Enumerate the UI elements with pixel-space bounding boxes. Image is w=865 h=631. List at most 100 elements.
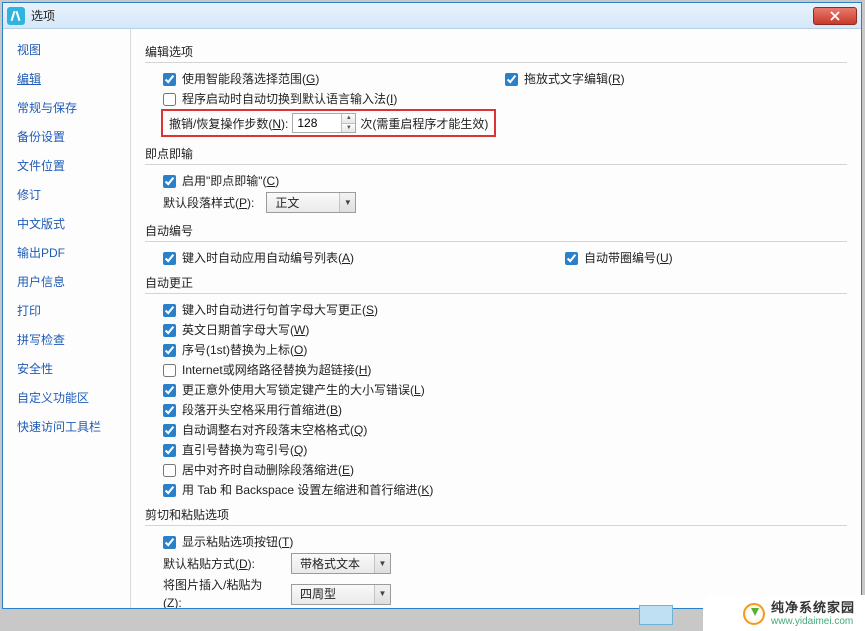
sidebar-item-user-info[interactable]: 用户信息: [3, 267, 130, 296]
auto-correct-checkbox-8[interactable]: [163, 464, 176, 477]
spinner-up-icon[interactable]: ▲: [342, 114, 355, 124]
window-title: 选项: [31, 7, 813, 24]
sidebar-item-quick-access[interactable]: 快速访问工具栏: [3, 412, 130, 441]
auto-correct-row: 键入时自动进行句首字母大写更正(S): [145, 300, 847, 320]
sidebar-item-view[interactable]: 视图: [3, 35, 130, 64]
show-paste-btn-checkbox[interactable]: [163, 536, 176, 549]
auto-num-list-label: 键入时自动应用自动编号列表(A): [182, 249, 354, 267]
auto-ime-label: 程序启动时自动切换到默认语言输入法(I): [182, 90, 397, 108]
insert-pic-value: 四周型: [292, 585, 374, 603]
auto-correct-row: 英文日期首字母大写(W): [145, 320, 847, 340]
group-auto-correct-title: 自动更正: [145, 274, 847, 291]
watermark-line2: www.yidaimei.com: [771, 616, 855, 628]
auto-correct-checkbox-0[interactable]: [163, 304, 176, 317]
auto-correct-row: 居中对齐时自动删除段落缩进(E): [145, 460, 847, 480]
auto-correct-row: 自动调整右对齐段落末空格格式(Q): [145, 420, 847, 440]
auto-correct-label-5: 段落开头空格采用行首缩进(B): [182, 401, 342, 419]
group-edit-title: 编辑选项: [145, 43, 847, 60]
sidebar-item-revision[interactable]: 修订: [3, 180, 130, 209]
drag-edit-label: 拖放式文字编辑(R): [524, 70, 625, 88]
divider: [145, 164, 847, 165]
auto-correct-label-7: 直引号替换为弯引号(Q): [182, 441, 307, 459]
auto-correct-label-3: Internet或网络路径替换为超链接(H): [182, 361, 371, 379]
default-style-combo[interactable]: 正文 ▼: [266, 192, 356, 213]
app-icon: [7, 7, 25, 25]
auto-correct-checkbox-1[interactable]: [163, 324, 176, 337]
undo-steps-input[interactable]: [293, 114, 341, 132]
decorative-rect: [639, 605, 673, 625]
sidebar-item-backup[interactable]: 备份设置: [3, 122, 130, 151]
sidebar-item-customize-ribbon[interactable]: 自定义功能区: [3, 383, 130, 412]
sidebar-item-spellcheck[interactable]: 拼写检查: [3, 325, 130, 354]
sidebar-item-general-save[interactable]: 常规与保存: [3, 93, 130, 122]
auto-correct-row: 更正意外使用大写锁定键产生的大小写错误(L): [145, 380, 847, 400]
auto-correct-label-6: 自动调整右对齐段落末空格格式(Q): [182, 421, 367, 439]
undo-steps-spinner[interactable]: ▲ ▼: [292, 113, 356, 133]
sidebar-item-chinese-layout[interactable]: 中文版式: [3, 209, 130, 238]
default-style-label: 默认段落样式(P):: [163, 194, 254, 212]
chevron-down-icon[interactable]: ▼: [374, 585, 390, 604]
auto-correct-checkbox-6[interactable]: [163, 424, 176, 437]
auto-correct-label-9: 用 Tab 和 Backspace 设置左缩进和首行缩进(K): [182, 481, 433, 499]
smart-paragraph-checkbox[interactable]: [163, 73, 176, 86]
group-cut-paste-title: 剪切和粘贴选项: [145, 506, 847, 523]
auto-num-circle-checkbox[interactable]: [565, 252, 578, 265]
auto-correct-row: 段落开头空格采用行首缩进(B): [145, 400, 847, 420]
auto-correct-checkbox-2[interactable]: [163, 344, 176, 357]
auto-correct-checkbox-9[interactable]: [163, 484, 176, 497]
undo-steps-label: 撤销/恢复操作步数(N):: [169, 115, 288, 132]
click-type-enable-label: 启用"即点即输"(C): [182, 172, 279, 190]
auto-correct-row: Internet或网络路径替换为超链接(H): [145, 360, 847, 380]
auto-correct-row: 用 Tab 和 Backspace 设置左缩进和首行缩进(K): [145, 480, 847, 500]
close-button[interactable]: [813, 7, 857, 25]
undo-steps-suffix: 次(需重启程序才能生效): [360, 115, 488, 132]
divider: [145, 241, 847, 242]
auto-correct-label-0: 键入时自动进行句首字母大写更正(S): [182, 301, 378, 319]
watermark: 纯净系统家园 www.yidaimei.com: [703, 595, 865, 631]
sidebar-item-edit[interactable]: 编辑: [3, 64, 130, 93]
chevron-down-icon[interactable]: ▼: [374, 554, 390, 573]
sidebar-item-print[interactable]: 打印: [3, 296, 130, 325]
auto-num-circle-label: 自动带圈编号(U): [584, 249, 673, 267]
auto-ime-checkbox[interactable]: [163, 93, 176, 106]
divider: [145, 62, 847, 63]
default-paste-value: 带格式文本: [292, 555, 374, 573]
group-auto-num-title: 自动编号: [145, 222, 847, 239]
sidebar: 视图 编辑 常规与保存 备份设置 文件位置 修订 中文版式 输出PDF 用户信息…: [3, 29, 131, 608]
chevron-down-icon[interactable]: ▼: [339, 193, 355, 212]
divider: [145, 525, 847, 526]
close-icon: [830, 11, 840, 21]
sidebar-item-file-location[interactable]: 文件位置: [3, 151, 130, 180]
watermark-line1: 纯净系统家园: [771, 601, 855, 616]
auto-correct-label-4: 更正意外使用大写锁定键产生的大小写错误(L): [182, 381, 425, 399]
watermark-icon: [743, 603, 765, 625]
auto-correct-checkbox-5[interactable]: [163, 404, 176, 417]
auto-correct-checkbox-4[interactable]: [163, 384, 176, 397]
drag-edit-checkbox[interactable]: [505, 73, 518, 86]
content-pane: 编辑选项 使用智能段落选择范围(G) 程序启动时自动切换到默认语言输入法(I): [131, 29, 861, 608]
auto-correct-row: 序号(1st)替换为上标(O): [145, 340, 847, 360]
auto-correct-checkbox-3[interactable]: [163, 364, 176, 377]
insert-pic-combo[interactable]: 四周型 ▼: [291, 584, 391, 605]
auto-correct-label-2: 序号(1st)替换为上标(O): [182, 341, 307, 359]
auto-correct-checkbox-7[interactable]: [163, 444, 176, 457]
spinner-down-icon[interactable]: ▼: [342, 124, 355, 133]
divider: [145, 293, 847, 294]
auto-correct-label-1: 英文日期首字母大写(W): [182, 321, 309, 339]
auto-num-list-checkbox[interactable]: [163, 252, 176, 265]
sidebar-item-security[interactable]: 安全性: [3, 354, 130, 383]
show-paste-btn-label: 显示粘贴选项按钮(T): [182, 533, 293, 551]
click-type-enable-checkbox[interactable]: [163, 175, 176, 188]
insert-pic-label: 将图片插入/粘贴为(Z):: [163, 576, 279, 608]
smart-paragraph-label: 使用智能段落选择范围(G): [182, 70, 319, 88]
titlebar: 选项: [3, 3, 861, 29]
sidebar-item-output-pdf[interactable]: 输出PDF: [3, 238, 130, 267]
default-style-value: 正文: [267, 194, 339, 212]
options-dialog: 选项 视图 编辑 常规与保存 备份设置 文件位置 修订 中文版式 输出PDF 用…: [2, 2, 862, 609]
auto-correct-label-8: 居中对齐时自动删除段落缩进(E): [182, 461, 354, 479]
auto-correct-row: 直引号替换为弯引号(Q): [145, 440, 847, 460]
group-click-type-title: 即点即输: [145, 145, 847, 162]
default-paste-combo[interactable]: 带格式文本 ▼: [291, 553, 391, 574]
undo-steps-highlight: 撤销/恢复操作步数(N): ▲ ▼ 次(需重启程序才能生效): [161, 109, 496, 137]
default-paste-label: 默认粘贴方式(D):: [163, 555, 279, 573]
